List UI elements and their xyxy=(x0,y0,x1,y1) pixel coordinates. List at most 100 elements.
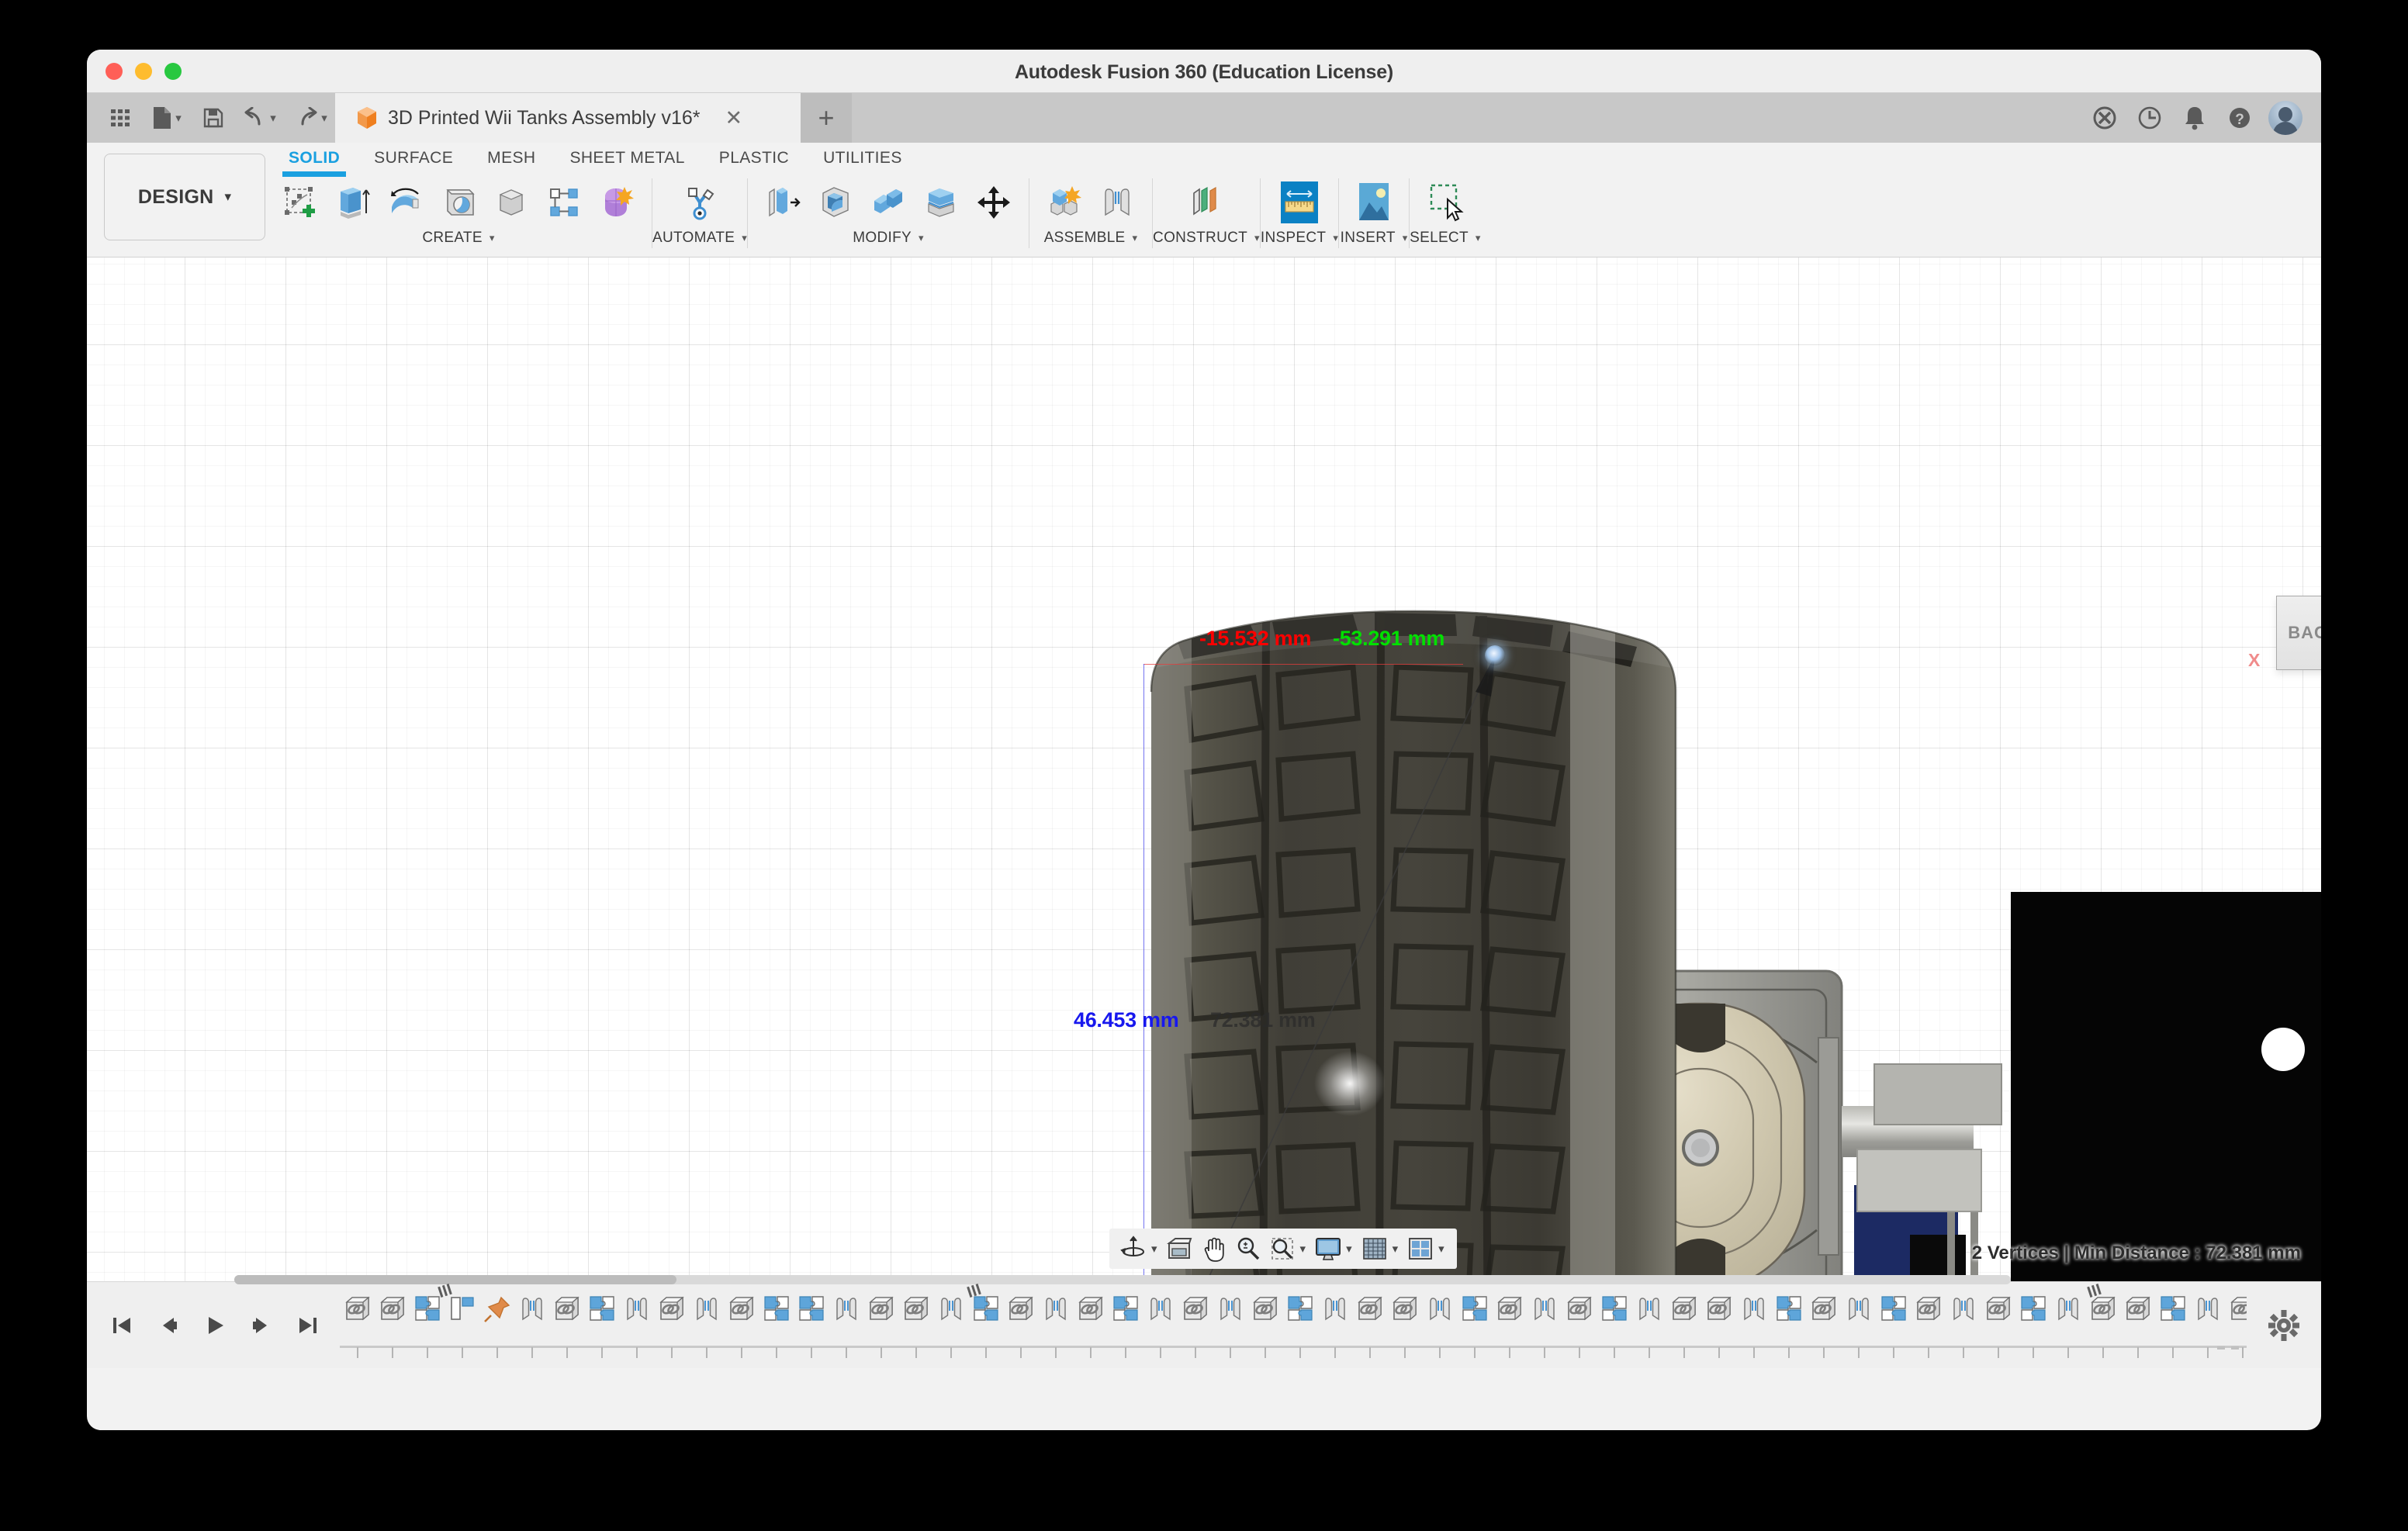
chevron-down-icon[interactable]: ▾ xyxy=(1300,1242,1306,1256)
avatar[interactable] xyxy=(2268,101,2302,135)
timeline-feature[interactable] xyxy=(584,1294,619,1358)
timeline-feature[interactable] xyxy=(2155,1294,2190,1358)
timeline-feature[interactable] xyxy=(1597,1294,1631,1358)
timeline-feature[interactable] xyxy=(1073,1294,1108,1358)
tab-utilities[interactable]: UTILITIES xyxy=(806,147,919,177)
look-at-icon[interactable] xyxy=(1164,1232,1196,1265)
timeline-feature[interactable] xyxy=(1736,1294,1771,1358)
tab-sheet-metal[interactable]: SHEET METAL xyxy=(552,147,701,177)
move-copy-icon[interactable] xyxy=(970,178,1018,226)
chevron-down-icon[interactable]: ▾ xyxy=(1346,1242,1352,1256)
workspace-switcher[interactable]: DESIGN ▾ xyxy=(104,154,265,240)
chevron-down-icon[interactable]: ▾ xyxy=(1151,1242,1157,1256)
timeline-feature[interactable] xyxy=(933,1294,968,1358)
plug-icon[interactable] xyxy=(2088,102,2121,134)
3d-viewport[interactable]: -15.532 mm -53.291 mm 46.453 mm 72.381 m… xyxy=(87,257,2321,1281)
undo-icon[interactable]: ▾ xyxy=(236,100,284,136)
viewports-icon[interactable] xyxy=(1404,1232,1437,1265)
monitor-icon[interactable] xyxy=(1312,1232,1344,1265)
timeline-feature[interactable] xyxy=(1178,1294,1213,1358)
document-tab[interactable]: 3D Printed Wii Tanks Assembly v16* ✕ xyxy=(335,93,801,143)
timeline-feature[interactable] xyxy=(2085,1294,2120,1358)
timeline-feature[interactable] xyxy=(1213,1294,1247,1358)
timeline-feature[interactable] xyxy=(794,1294,829,1358)
timeline-feature[interactable] xyxy=(1981,1294,2015,1358)
new-document-icon[interactable]: ▾ xyxy=(143,100,191,136)
panel-title-select[interactable]: SELECT ▾ xyxy=(1410,230,1481,247)
timeline-feature[interactable] xyxy=(445,1294,479,1358)
bell-icon[interactable] xyxy=(2178,102,2211,134)
timeline-feature[interactable] xyxy=(2120,1294,2155,1358)
gear-icon[interactable] xyxy=(2267,1308,2301,1343)
panel-title-assemble[interactable]: ASSEMBLE ▾ xyxy=(1044,230,1138,247)
pan-hand-icon[interactable] xyxy=(1198,1232,1230,1265)
timeline-feature[interactable] xyxy=(829,1294,863,1358)
orbit-icon[interactable] xyxy=(1117,1232,1150,1265)
timeline-feature[interactable] xyxy=(514,1294,549,1358)
panel-title-insert[interactable]: INSERT ▾ xyxy=(1341,230,1408,247)
timeline-feature[interactable] xyxy=(549,1294,584,1358)
timeline-feature[interactable] xyxy=(1492,1294,1527,1358)
timeline-feature[interactable] xyxy=(1143,1294,1178,1358)
create-sketch-icon[interactable] xyxy=(276,178,324,226)
pattern-icon[interactable] xyxy=(540,178,588,226)
timeline-feature[interactable] xyxy=(2225,1294,2247,1358)
skip-back-icon[interactable] xyxy=(107,1311,137,1340)
tab-plastic[interactable]: PLASTIC xyxy=(702,147,806,177)
timeline-feature[interactable] xyxy=(479,1294,514,1358)
select-window-icon[interactable] xyxy=(1421,178,1469,226)
step-back-icon[interactable] xyxy=(154,1311,183,1340)
panel-title-construct[interactable]: CONSTRUCT ▾ xyxy=(1153,230,1260,247)
timeline-feature[interactable] xyxy=(410,1294,445,1358)
timeline-feature[interactable] xyxy=(1841,1294,1876,1358)
zoom-window-icon[interactable] xyxy=(1266,1232,1299,1265)
timeline-feature[interactable] xyxy=(1876,1294,1911,1358)
timeline-feature[interactable] xyxy=(1562,1294,1597,1358)
timeline-feature[interactable] xyxy=(1247,1294,1282,1358)
timeline-feature[interactable] xyxy=(1771,1294,1806,1358)
step-forward-icon[interactable] xyxy=(247,1311,276,1340)
joint-icon[interactable] xyxy=(1093,178,1141,226)
timeline-feature[interactable] xyxy=(968,1294,1003,1358)
chevron-down-icon[interactable]: ▾ xyxy=(1438,1242,1444,1256)
view-cube-face[interactable]: BACK xyxy=(2276,596,2321,670)
zoom-magnifier-icon[interactable] xyxy=(1232,1232,1265,1265)
timeline-feature[interactable] xyxy=(1701,1294,1736,1358)
shell-icon[interactable] xyxy=(864,178,912,226)
automate-icon[interactable] xyxy=(676,178,724,226)
tab-surface[interactable]: SURFACE xyxy=(357,147,470,177)
timeline-feature[interactable] xyxy=(1387,1294,1422,1358)
question-icon[interactable]: ? xyxy=(2223,102,2256,134)
create-form-icon[interactable] xyxy=(593,178,641,226)
chevron-down-icon[interactable]: ▾ xyxy=(1393,1242,1399,1256)
revolve-icon[interactable] xyxy=(382,178,430,226)
new-component-icon[interactable] xyxy=(1040,178,1088,226)
timeline-feature[interactable] xyxy=(375,1294,410,1358)
timeline-feature[interactable] xyxy=(1352,1294,1387,1358)
box-primitive-icon[interactable] xyxy=(487,178,535,226)
timeline-feature[interactable] xyxy=(654,1294,689,1358)
press-pull-icon[interactable] xyxy=(759,178,807,226)
timeline-feature[interactable] xyxy=(898,1294,933,1358)
timeline-feature[interactable] xyxy=(1946,1294,1981,1358)
panel-title-modify[interactable]: MODIFY ▾ xyxy=(853,230,924,247)
tab-solid[interactable]: SOLID xyxy=(272,147,357,177)
selected-vertex-1[interactable] xyxy=(1485,645,1505,665)
skip-end-icon[interactable] xyxy=(293,1311,323,1340)
timeline-feature[interactable] xyxy=(1108,1294,1143,1358)
timeline-feature-list[interactable] xyxy=(340,1282,2247,1368)
timeline-feature[interactable] xyxy=(1806,1294,1841,1358)
app-grid-icon[interactable] xyxy=(101,100,140,136)
tab-mesh[interactable]: MESH xyxy=(470,147,552,177)
view-cube[interactable]: BACK Z X Y xyxy=(2236,558,2321,706)
timeline-feature[interactable] xyxy=(1457,1294,1492,1358)
fillet-icon[interactable] xyxy=(811,178,860,226)
timeline-feature[interactable] xyxy=(1317,1294,1352,1358)
panel-title-inspect[interactable]: INSPECT ▾ xyxy=(1261,230,1338,247)
close-icon[interactable]: ✕ xyxy=(725,107,742,129)
timeline-feature[interactable] xyxy=(724,1294,759,1358)
play-icon[interactable] xyxy=(200,1311,230,1340)
timeline-feature[interactable] xyxy=(2015,1294,2050,1358)
timeline-feature[interactable] xyxy=(1527,1294,1562,1358)
grid-mesh-icon[interactable] xyxy=(1358,1232,1391,1265)
